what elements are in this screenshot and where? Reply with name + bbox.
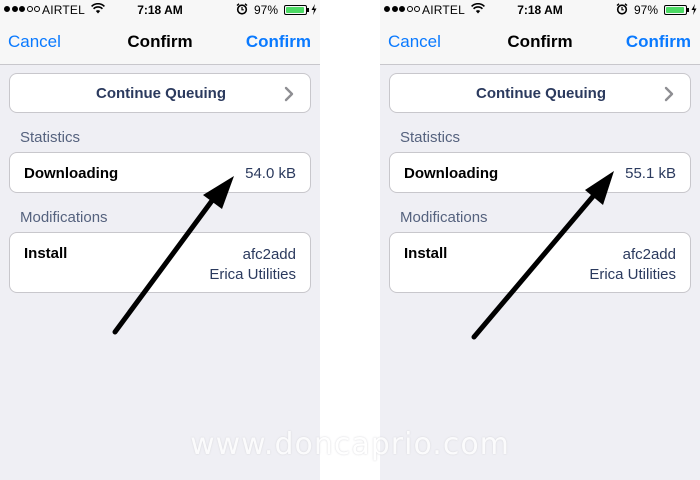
downloading-label: Downloading [24, 165, 119, 182]
battery-icon [664, 5, 687, 15]
phone-screen-right: AIRTEL 7:18 AM 97% Cancel Confirm Confir… [380, 0, 700, 480]
modifications-header: Modifications [400, 209, 488, 226]
modifications-header: Modifications [20, 209, 108, 226]
charging-bolt-icon [691, 4, 697, 17]
install-row: Install afc2add Erica Utilities [9, 232, 311, 293]
battery-icon [284, 5, 307, 15]
continue-queuing-button[interactable]: Continue Queuing [389, 73, 691, 113]
alarm-icon [616, 3, 628, 18]
package-author: Erica Utilities [209, 266, 296, 283]
navigation-bar: Cancel Confirm Confirm [380, 20, 700, 65]
alarm-icon [236, 3, 248, 18]
battery-percent: 97% [254, 3, 279, 17]
continue-queuing-label: Continue Queuing [476, 85, 606, 102]
chevron-right-icon [280, 85, 298, 103]
confirm-button[interactable]: Confirm [246, 32, 311, 52]
install-row: Install afc2add Erica Utilities [389, 232, 691, 293]
downloading-value: 54.0 kB [245, 165, 296, 182]
chevron-right-icon [660, 85, 678, 103]
cancel-button[interactable]: Cancel [8, 32, 61, 52]
status-bar: AIRTEL 7:18 AM 97% [380, 0, 700, 20]
downloading-value: 55.1 kB [625, 165, 676, 182]
package-name: afc2add [242, 246, 296, 263]
package-name: afc2add [622, 246, 676, 263]
downloading-row: Downloading 55.1 kB [389, 152, 691, 193]
battery-nub [307, 8, 309, 12]
install-label: Install [24, 245, 68, 262]
downloading-row: Downloading 54.0 kB [9, 152, 311, 193]
continue-queuing-button[interactable]: Continue Queuing [9, 73, 311, 113]
navigation-bar: Cancel Confirm Confirm [0, 20, 320, 65]
confirm-button[interactable]: Confirm [626, 32, 691, 52]
charging-bolt-icon [311, 4, 317, 17]
battery-nub [687, 8, 689, 12]
battery-percent: 97% [634, 3, 659, 17]
cancel-button[interactable]: Cancel [388, 32, 441, 52]
downloading-label: Downloading [404, 165, 499, 182]
phone-screen-left: AIRTEL 7:18 AM 97% Cancel Confirm Confir… [0, 0, 320, 480]
statistics-header: Statistics [20, 129, 81, 146]
package-author: Erica Utilities [589, 266, 676, 283]
install-details: afc2add Erica Utilities [589, 245, 676, 285]
status-bar: AIRTEL 7:18 AM 97% [0, 0, 320, 20]
install-label: Install [404, 245, 448, 262]
statistics-header: Statistics [400, 129, 461, 146]
continue-queuing-label: Continue Queuing [96, 85, 226, 102]
install-details: afc2add Erica Utilities [209, 245, 296, 285]
watermark-text: www.doncaprio.com [190, 427, 510, 462]
